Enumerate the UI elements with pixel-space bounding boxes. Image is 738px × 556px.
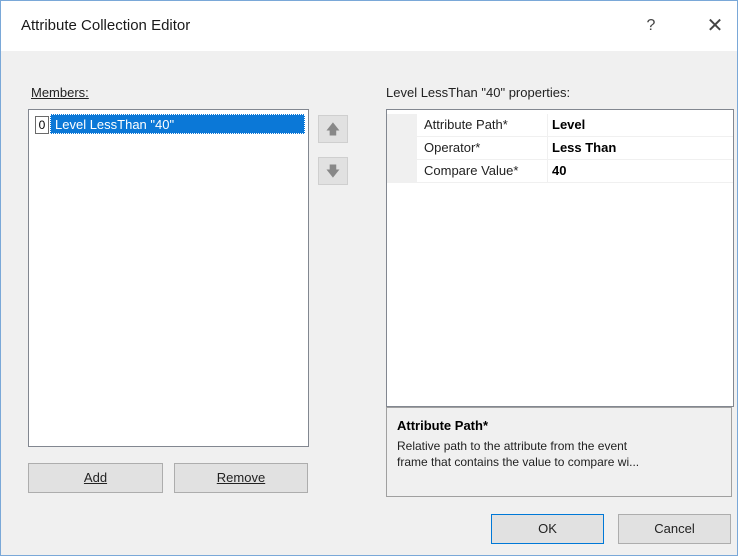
- property-grid: Attribute Path* Level Operator* Less Tha…: [386, 109, 734, 407]
- ok-button[interactable]: OK: [491, 514, 604, 544]
- add-button[interactable]: Add: [28, 463, 163, 493]
- members-list[interactable]: 0 Level LessThan "40": [28, 109, 309, 447]
- property-divider: [547, 114, 548, 136]
- move-up-button[interactable]: 🡅: [318, 115, 348, 143]
- list-item[interactable]: 0 Level LessThan "40": [31, 114, 305, 134]
- property-divider: [547, 160, 548, 182]
- property-row[interactable]: Compare Value* 40: [387, 160, 733, 183]
- property-gutter: [387, 160, 417, 182]
- members-label: Members:: [31, 85, 89, 100]
- property-gutter: [387, 137, 417, 159]
- property-description: Attribute Path* Relative path to the att…: [386, 407, 732, 497]
- member-label[interactable]: Level LessThan "40": [50, 114, 305, 134]
- close-button[interactable]: ✕: [697, 13, 733, 39]
- property-name: Compare Value*: [424, 163, 519, 178]
- property-name: Attribute Path*: [424, 117, 508, 132]
- property-row[interactable]: Operator* Less Than: [387, 137, 733, 160]
- arrow-down-icon: 🡇: [325, 163, 341, 179]
- arrow-up-icon: 🡅: [325, 121, 341, 137]
- description-text: Relative path to the attribute from the …: [397, 439, 640, 469]
- dialog-window: Attribute Collection Editor ? ✕ Members:…: [0, 0, 738, 556]
- title-bar: Attribute Collection Editor ? ✕: [1, 1, 737, 51]
- move-down-button[interactable]: 🡇: [318, 157, 348, 185]
- add-button-label: Add: [83, 470, 108, 485]
- cancel-button[interactable]: Cancel: [618, 514, 731, 544]
- member-index: 0: [35, 116, 49, 134]
- property-value[interactable]: Level: [552, 114, 585, 136]
- property-divider: [547, 137, 548, 159]
- property-value[interactable]: 40: [552, 160, 566, 182]
- property-gutter: [387, 114, 417, 136]
- property-name: Operator*: [424, 140, 481, 155]
- remove-button[interactable]: Remove: [174, 463, 308, 493]
- ok-button-label: OK: [538, 521, 557, 536]
- help-button[interactable]: ?: [633, 13, 669, 39]
- dialog-title: Attribute Collection Editor: [21, 17, 191, 34]
- remove-button-label: Remove: [216, 470, 266, 485]
- properties-header: Level LessThan "40" properties:: [386, 85, 571, 100]
- cancel-button-label: Cancel: [654, 521, 695, 536]
- property-value[interactable]: Less Than: [552, 137, 616, 159]
- property-row[interactable]: Attribute Path* Level: [387, 114, 733, 137]
- description-title: Attribute Path*: [397, 418, 488, 433]
